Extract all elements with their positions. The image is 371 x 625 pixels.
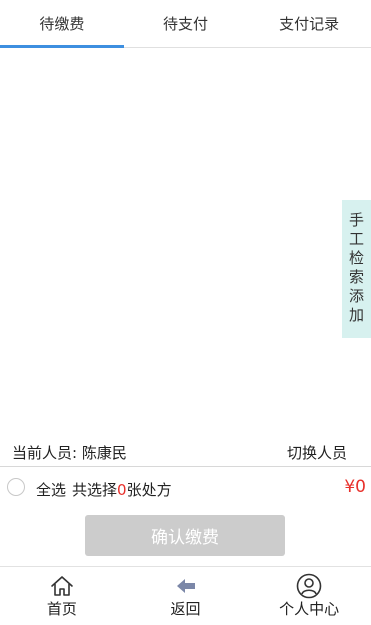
nav-home[interactable]: 首页 [0,567,124,625]
current-person: 当前人员: 陈康民 [12,442,127,463]
switch-person-button[interactable]: 切换人员 [287,442,347,463]
current-person-label: 当前人员: [12,444,82,462]
tab-label: 待缴费 [39,15,85,33]
manual-search-add-button[interactable]: 手工检索添加 [342,200,371,338]
tab-pending-payment[interactable]: 待支付 [124,0,248,47]
selected-count: 0 [117,481,127,499]
nav-back[interactable]: 返回 [124,567,248,625]
tab-label: 支付记录 [279,15,340,33]
current-person-row: 当前人员: 陈康民 切换人员 [0,436,371,467]
manual-search-add-label: 手工检索添加 [347,212,365,326]
nav-personal-center[interactable]: 个人中心 [247,567,371,625]
user-circle-icon [296,573,322,599]
bottom-nav: 首页 返回 个人中心 [0,566,371,625]
confirm-payment-button[interactable]: 确认缴费 [85,515,285,556]
confirm-payment-label: 确认缴费 [151,528,219,548]
current-person-name: 陈康民 [81,444,127,462]
nav-personal-center-label: 个人中心 [279,600,340,618]
count-suffix: 张处方 [126,481,172,499]
total-amount: ¥0 [344,477,366,497]
tab-bar: 待缴费 待支付 支付记录 [0,0,371,48]
tab-label: 待支付 [163,15,209,33]
nav-home-label: 首页 [46,600,77,618]
home-icon [49,573,75,599]
tab-pending-fee[interactable]: 待缴费 [0,0,124,48]
nav-back-label: 返回 [170,600,201,618]
select-all-label[interactable]: 全选 [36,479,66,500]
selected-count-text: 共选择0张处方 [72,479,172,500]
select-all-radio[interactable] [7,478,25,496]
back-arrow-icon [173,573,199,599]
count-prefix: 共选择 [72,481,118,499]
selection-row: 全选 共选择0张处方 ¥0 [0,472,371,504]
tab-payment-records[interactable]: 支付记录 [247,0,371,47]
